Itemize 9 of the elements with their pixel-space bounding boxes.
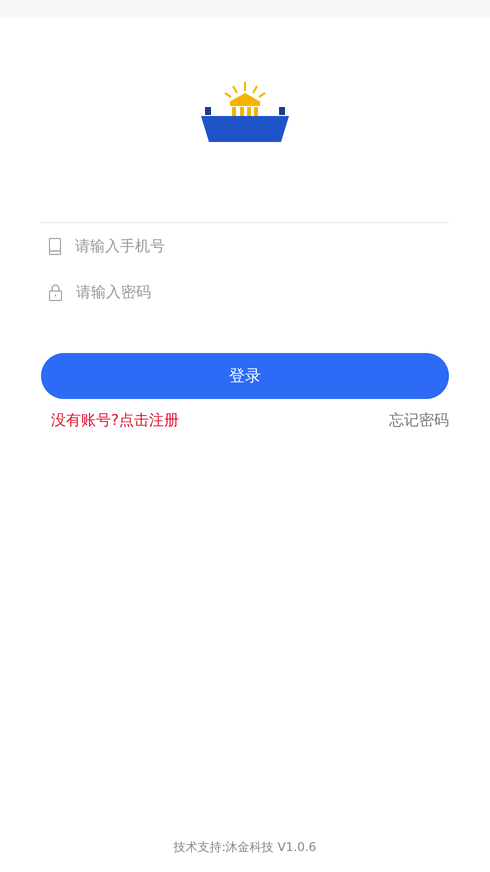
phone-field[interactable]: 请输入手机号 [75, 234, 449, 258]
logo-icon [199, 80, 291, 144]
phone-icon [49, 238, 61, 254]
lock-icon [49, 284, 62, 300]
login-button[interactable]: 登录 [41, 353, 449, 399]
register-link[interactable]: 没有账号?点击注册 [51, 409, 179, 432]
forgot-password-link[interactable]: 忘记密码 [389, 409, 449, 432]
footer-text: 技术支持:沐金科技 V1.0.6 [174, 840, 316, 854]
password-field[interactable]: 请输入密码 [76, 280, 449, 304]
